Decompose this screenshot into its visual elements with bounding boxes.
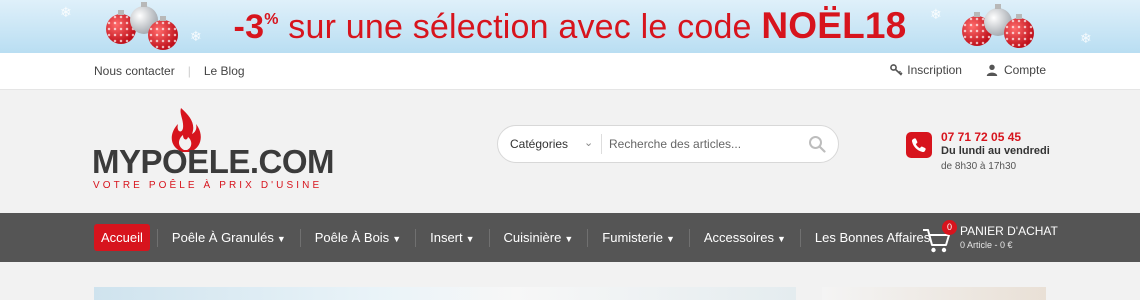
opening-hours: de 8h30 à 17h30 xyxy=(941,161,1017,172)
top-links-bar: Nous contacter | Le Blog Inscription Com… xyxy=(0,53,1140,90)
opening-days: Du lundi au vendredi xyxy=(941,145,1050,157)
nav-item-label: Accessoires xyxy=(703,230,774,245)
nav-separator xyxy=(488,228,490,247)
nav-item-home[interactable]: Accueil xyxy=(94,224,150,251)
nav-item-label: Cuisinière xyxy=(503,230,562,245)
promo-percent: % xyxy=(264,11,279,28)
phone-icon[interactable] xyxy=(906,132,932,158)
caret-down-icon: ▼ xyxy=(776,234,786,244)
nav-item-pellet-stoves[interactable]: Poêle À Granulés ▼ xyxy=(165,224,293,251)
promo-message: sur une sélection avec le code xyxy=(278,8,762,46)
site-header: MYPOELE.COM VOTRE POÊLE À PRIX D'USINE C… xyxy=(0,90,1140,213)
nav-separator xyxy=(415,228,417,247)
nav-item-label: Les Bonnes Affaires xyxy=(814,230,931,245)
caret-down-icon: ▼ xyxy=(665,234,675,244)
nav-separator xyxy=(156,228,158,247)
account-link[interactable]: Compte xyxy=(986,63,1046,77)
caret-down-icon: ▼ xyxy=(392,234,402,244)
signup-label: Inscription xyxy=(907,63,962,77)
nav-separator xyxy=(587,228,589,247)
nav-item-label: Poêle À Granulés xyxy=(171,230,274,245)
nav-item-label: Poêle À Bois xyxy=(314,230,390,245)
promo-banner[interactable]: ❄ ❄ ❄ ❄ -3% sur une sélection avec le co… xyxy=(0,0,1140,53)
cart-summary: 0 Article - 0 € xyxy=(960,240,1013,250)
search-icon xyxy=(809,136,826,153)
link-separator: | xyxy=(187,64,191,78)
signup-link[interactable]: Inscription xyxy=(890,63,962,77)
cart-button[interactable]: 0 PANIER D'ACHAT 0 Article - 0 € xyxy=(922,220,1058,255)
nav-item-insert[interactable]: Insert ▼ xyxy=(423,224,481,251)
site-logo[interactable]: MYPOELE.COM VOTRE POÊLE À PRIX D'USINE xyxy=(92,108,342,191)
blog-link[interactable]: Le Blog xyxy=(204,64,245,78)
nav-separator xyxy=(299,228,301,247)
nav-item-flue[interactable]: Fumisterie ▼ xyxy=(595,224,682,251)
contact-link[interactable]: Nous contacter xyxy=(94,64,175,78)
cart-count-badge: 0 xyxy=(942,220,957,235)
caret-down-icon: ▼ xyxy=(276,234,286,244)
nav-item-label: Fumisterie xyxy=(602,230,663,245)
nav-item-wood-stoves[interactable]: Poêle À Bois ▼ xyxy=(308,224,408,251)
promo-discount: -3 xyxy=(233,8,265,46)
logo-tagline: VOTRE POÊLE À PRIX D'USINE xyxy=(93,180,323,191)
search-divider xyxy=(601,134,602,154)
account-label: Compte xyxy=(1003,63,1046,77)
category-select[interactable]: Catégories xyxy=(510,137,568,151)
nav-item-accessories[interactable]: Accessoires ▼ xyxy=(697,224,793,251)
nav-item-cooker[interactable]: Cuisinière ▼ xyxy=(497,224,581,251)
key-icon xyxy=(890,64,903,76)
nav-separator xyxy=(799,228,801,247)
search-button[interactable] xyxy=(808,135,828,155)
user-icon xyxy=(986,64,998,76)
nav-item-label: Insert xyxy=(430,230,463,245)
logo-wordmark: MYPOELE.COM xyxy=(92,143,335,180)
promo-code: NOËL18 xyxy=(761,5,907,46)
cart-title: PANIER D'ACHAT xyxy=(960,224,1058,238)
nav-item-label: Accueil xyxy=(101,230,143,245)
chevron-down-icon[interactable]: ⌄ xyxy=(584,136,593,149)
nav-item-deals[interactable]: Les Bonnes Affaires xyxy=(808,224,937,251)
christmas-ornaments-right xyxy=(960,0,1050,53)
search-bar: Catégories ⌄ xyxy=(497,125,839,163)
phone-number[interactable]: 07 71 72 05 45 xyxy=(941,130,1021,144)
main-nav: Accueil Poêle À Granulés ▼ Poêle À Bois ▼ … xyxy=(0,213,1140,262)
hero-slider-banner[interactable] xyxy=(94,287,796,300)
caret-down-icon: ▼ xyxy=(564,234,574,244)
caret-down-icon: ▼ xyxy=(465,234,475,244)
side-banner[interactable] xyxy=(822,287,1046,300)
nav-separator xyxy=(688,228,690,247)
search-input[interactable] xyxy=(609,134,799,154)
